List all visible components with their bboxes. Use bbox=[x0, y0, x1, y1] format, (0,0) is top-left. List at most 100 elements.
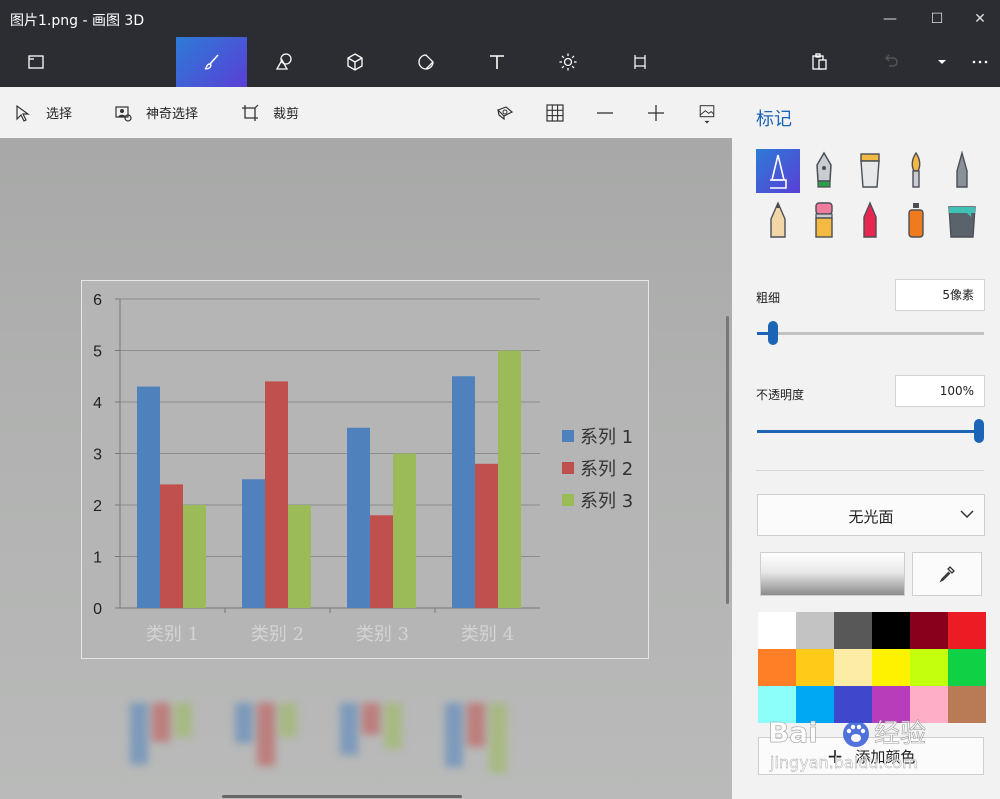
bar bbox=[393, 453, 416, 608]
eyedropper-button[interactable] bbox=[912, 552, 982, 596]
bar bbox=[160, 484, 183, 608]
cube-icon bbox=[346, 53, 363, 71]
3d-shapes-button[interactable] bbox=[319, 37, 390, 87]
calligraphy-pen-tool[interactable] bbox=[802, 149, 846, 193]
sticker-icon bbox=[417, 54, 434, 70]
opacity-slider-thumb[interactable] bbox=[974, 419, 984, 443]
crayon-tool[interactable] bbox=[848, 199, 892, 243]
spray-can-icon bbox=[908, 203, 924, 238]
canvas-area[interactable]: 0 1 2 3 4 5 6 类别 1 类别 2 类别 3 类别 4 系列 1 系列 2 系列 3 bbox=[0, 138, 732, 799]
reflection-bar bbox=[384, 703, 402, 749]
palette-swatch[interactable] bbox=[872, 649, 910, 686]
3d-view-icon[interactable] bbox=[494, 102, 516, 124]
marker-icon bbox=[770, 154, 787, 189]
opacity-slider-fill bbox=[757, 430, 979, 433]
maximize-button[interactable]: ☐ bbox=[925, 8, 949, 30]
spray-can-tool[interactable] bbox=[894, 199, 938, 243]
bar-chart: 0 1 2 3 4 5 6 类别 1 类别 2 类别 3 类别 4 系列 1 系列 2 系列 3 bbox=[93, 292, 633, 645]
fill-bucket-tool[interactable] bbox=[940, 199, 984, 243]
crop-button[interactable]: 裁剪 bbox=[241, 87, 299, 138]
reflection-bar bbox=[489, 703, 507, 773]
watermark-url: jingyan.baidu.com bbox=[769, 753, 918, 772]
palette-swatch[interactable] bbox=[910, 649, 948, 686]
finish-dropdown[interactable]: 无光面 bbox=[757, 494, 985, 536]
paw-icon bbox=[843, 721, 869, 747]
current-color-swatch[interactable] bbox=[760, 552, 905, 596]
reflection-bar bbox=[174, 703, 192, 737]
x-tick-label: 类别 3 bbox=[356, 624, 409, 645]
bar bbox=[288, 505, 311, 608]
2d-shapes-button[interactable] bbox=[248, 37, 319, 87]
marker-tool[interactable] bbox=[756, 149, 800, 193]
thickness-slider-track[interactable] bbox=[757, 332, 984, 335]
palette-swatch[interactable] bbox=[872, 612, 910, 649]
x-tick-label: 类别 1 bbox=[146, 624, 199, 645]
view-image-icon[interactable] bbox=[696, 104, 718, 126]
palette-swatch[interactable] bbox=[948, 612, 986, 649]
palette-swatch[interactable] bbox=[796, 649, 834, 686]
eraser-tool[interactable] bbox=[802, 199, 846, 243]
palette-swatch[interactable] bbox=[834, 649, 872, 686]
vertical-scrollbar[interactable] bbox=[726, 316, 729, 604]
palette-swatch[interactable] bbox=[758, 649, 796, 686]
chart-image[interactable]: 0 1 2 3 4 5 6 类别 1 类别 2 类别 3 类别 4 系列 1 系列 2 系列 3 bbox=[81, 280, 649, 659]
x-tick-label: 类别 2 bbox=[251, 624, 304, 645]
effects-button[interactable] bbox=[532, 37, 603, 87]
opacity-input[interactable]: 100% bbox=[895, 375, 985, 407]
select-button[interactable]: 选择 bbox=[14, 87, 72, 138]
clipboard-icon bbox=[811, 53, 827, 70]
zoom-out-icon[interactable] bbox=[594, 102, 616, 124]
reflection-bar bbox=[362, 703, 380, 735]
y-tick-label: 6 bbox=[93, 292, 102, 309]
eraser-icon bbox=[815, 202, 833, 238]
calligraphy-pen-icon bbox=[816, 151, 832, 188]
reflection-bar bbox=[340, 703, 358, 755]
pixel-pen-tool[interactable] bbox=[940, 149, 984, 193]
y-tick-label: 2 bbox=[93, 498, 102, 515]
text-button[interactable] bbox=[461, 37, 532, 87]
bar bbox=[498, 350, 521, 608]
magic-select-button[interactable]: 神奇选择 bbox=[114, 87, 198, 138]
reflection-bar bbox=[445, 703, 463, 767]
window-title: 图片1.png - 画图 3D bbox=[10, 13, 145, 29]
stickers-button[interactable] bbox=[390, 37, 461, 87]
watermark-brand: Bai bbox=[768, 716, 818, 749]
horizontal-scrollbar[interactable] bbox=[222, 795, 462, 798]
reflection-bar bbox=[467, 703, 485, 747]
cursor-icon bbox=[16, 104, 30, 122]
legend-swatch bbox=[562, 494, 574, 506]
canvas-button[interactable] bbox=[604, 37, 675, 87]
panel-divider bbox=[756, 470, 984, 471]
2d-shapes-icon bbox=[275, 53, 292, 70]
zoom-in-icon[interactable] bbox=[645, 102, 667, 124]
pencil-tool[interactable] bbox=[756, 199, 800, 243]
thickness-slider-thumb[interactable] bbox=[767, 321, 778, 345]
oil-brush-tool[interactable] bbox=[848, 149, 892, 193]
reflection-bar bbox=[235, 703, 253, 743]
palette-swatch[interactable] bbox=[910, 612, 948, 649]
chevron-down-icon bbox=[960, 510, 974, 519]
close-button[interactable]: ✕ bbox=[968, 8, 992, 30]
y-tick-label: 4 bbox=[93, 395, 102, 412]
thickness-input[interactable]: 5像素 bbox=[895, 279, 985, 311]
legend-swatch bbox=[562, 430, 574, 442]
brushes-button[interactable] bbox=[176, 37, 247, 87]
minimize-button[interactable]: — bbox=[878, 8, 902, 30]
more-icon bbox=[972, 60, 988, 64]
watercolor-icon bbox=[911, 151, 921, 188]
palette-swatch[interactable] bbox=[834, 612, 872, 649]
undo-button[interactable] bbox=[855, 37, 926, 87]
eyedropper-icon bbox=[939, 566, 955, 583]
grid-icon[interactable] bbox=[544, 102, 566, 124]
watercolor-tool[interactable] bbox=[894, 149, 938, 193]
paste-button[interactable] bbox=[783, 37, 854, 87]
palette-swatch[interactable] bbox=[796, 612, 834, 649]
menu-folder-button[interactable] bbox=[0, 37, 71, 87]
legend-swatch bbox=[562, 462, 574, 474]
bar bbox=[370, 515, 393, 608]
history-dropdown-button[interactable] bbox=[926, 37, 958, 87]
fill-bucket-icon bbox=[948, 206, 976, 238]
palette-swatch[interactable] bbox=[758, 612, 796, 649]
more-options-button[interactable] bbox=[960, 37, 1000, 87]
palette-swatch[interactable] bbox=[948, 649, 986, 686]
